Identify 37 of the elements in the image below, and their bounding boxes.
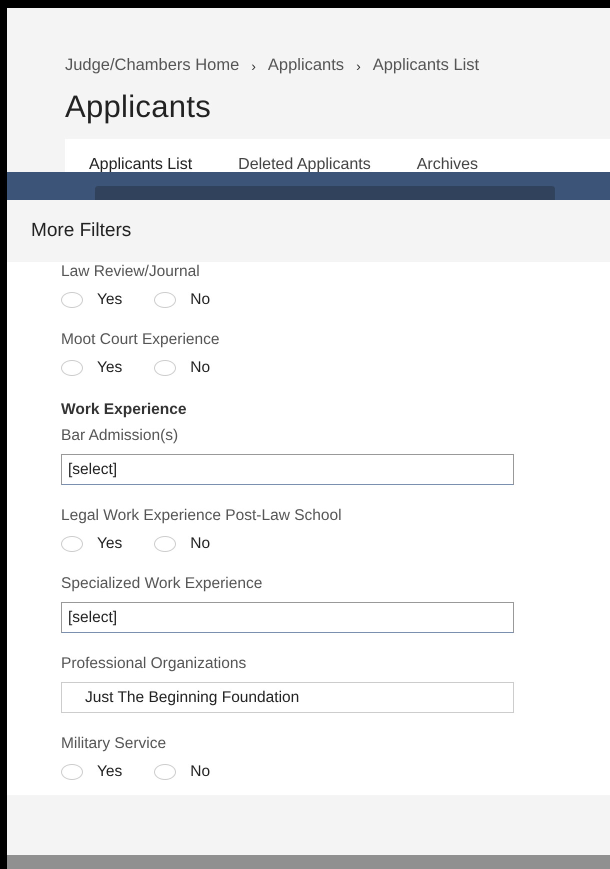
field-label: Military Service: [61, 734, 168, 754]
breadcrumb-link[interactable]: Applicants List: [372, 56, 480, 75]
breadcrumb-link[interactable]: Applicants: [268, 56, 344, 75]
tab[interactable]: Archives: [416, 156, 478, 172]
field-label: Law Review/Journal: [61, 262, 201, 282]
breadcrumb-link[interactable]: Judge/Chambers Home: [65, 56, 240, 75]
radio-button[interactable]: [61, 292, 83, 308]
radio-label: Yes: [97, 291, 122, 309]
radio-label: No: [190, 359, 210, 377]
select-field[interactable]: [select]: [61, 454, 514, 485]
field-label: Professional Organizations: [61, 654, 248, 674]
select-field[interactable]: [select]: [61, 602, 514, 633]
radio-label: Yes: [97, 763, 122, 781]
radio-label: No: [190, 535, 210, 553]
section-heading: Work Experience: [61, 400, 188, 420]
page-title: Applicants: [65, 89, 212, 125]
breadcrumb-separator: ›: [356, 58, 361, 74]
field-label: Legal Work Experience Post-Law School: [61, 506, 343, 526]
radio-button[interactable]: [154, 764, 176, 780]
radio-button[interactable]: [154, 360, 176, 376]
tab[interactable]: Applicants List: [89, 156, 192, 172]
radio-button[interactable]: [154, 292, 176, 308]
modal-title: More Filters: [31, 220, 132, 242]
radio-button[interactable]: [61, 764, 83, 780]
breadcrumb-separator: ›: [251, 58, 256, 74]
radio-button[interactable]: [154, 536, 176, 552]
radio-label: No: [190, 763, 210, 781]
field-label: Specialized Work Experience: [61, 574, 264, 594]
radio-label: No: [190, 291, 210, 309]
field-label: Moot Court Experience: [61, 330, 221, 350]
field-label: Bar Admission(s): [61, 426, 180, 446]
input-field[interactable]: Just The Beginning Foundation: [61, 682, 514, 713]
radio-button[interactable]: [61, 536, 83, 552]
tab[interactable]: Deleted Applicants: [238, 156, 371, 172]
radio-label: Yes: [97, 535, 122, 553]
radio-button[interactable]: [61, 360, 83, 376]
radio-label: Yes: [97, 359, 122, 377]
